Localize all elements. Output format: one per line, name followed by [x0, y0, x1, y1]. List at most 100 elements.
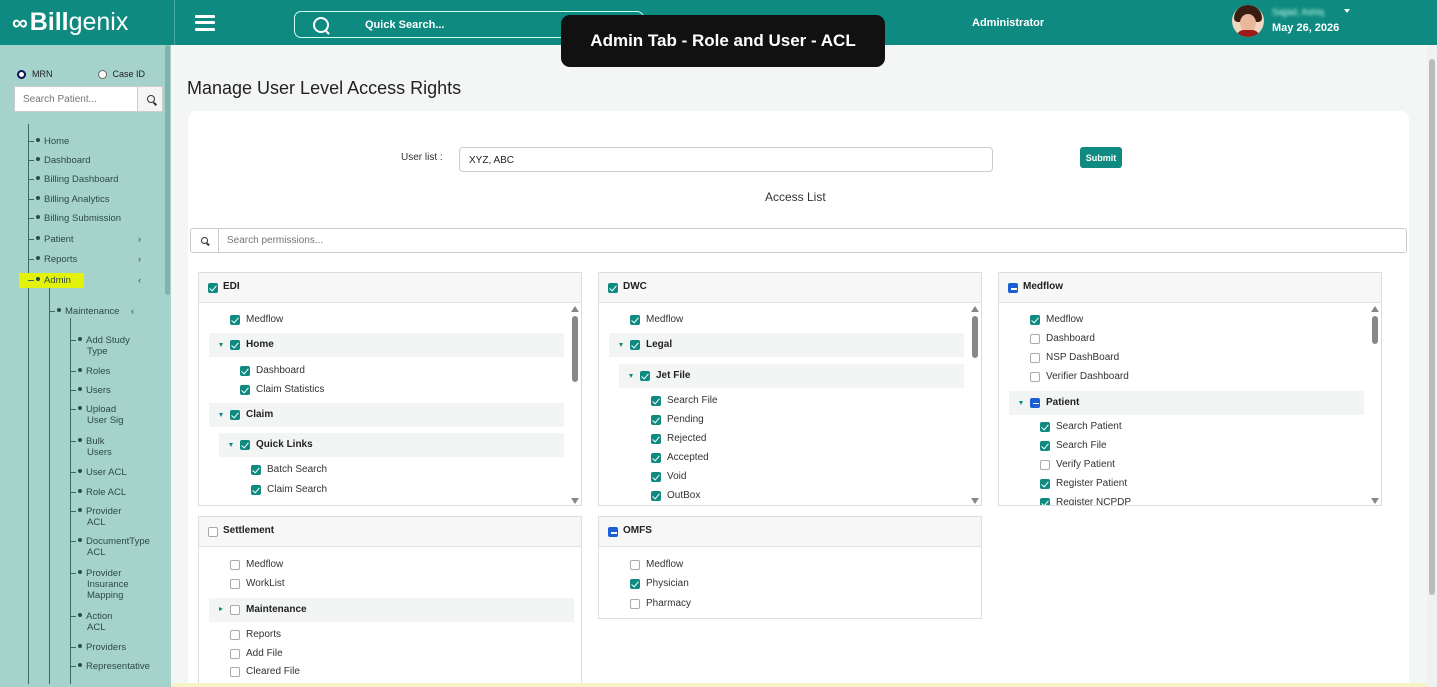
caret-down-icon[interactable] [219, 413, 223, 417]
sidebar-item-home[interactable]: Home [27, 136, 69, 147]
sidebar-item-maintenance[interactable]: Maintenance ‹ [48, 306, 134, 317]
perm-medflow[interactable]: Medflow [230, 559, 283, 570]
perm-pending[interactable]: Pending [651, 414, 704, 425]
perm-medflow[interactable]: Medflow [630, 559, 683, 570]
perm-outbox[interactable]: OutBox [651, 490, 700, 501]
perm-cleared-file[interactable]: Cleared File [230, 666, 300, 677]
dwc-checkbox[interactable] [608, 283, 618, 293]
hamburger-menu-icon[interactable] [195, 14, 215, 31]
perm-medflow[interactable]: Medflow [230, 314, 283, 325]
perm-batch-search[interactable]: Batch Search [251, 464, 327, 475]
perm-register-ncpdp[interactable]: Register NCPDP [1040, 497, 1131, 505]
sidebar-subitem-provider-acl[interactable]: Provider ACL [69, 506, 121, 528]
perm-medflow[interactable]: Medflow [630, 314, 683, 325]
perm-reports[interactable]: Reports [230, 629, 281, 640]
panel-scrollbar[interactable] [971, 306, 979, 504]
caret-down-icon[interactable] [619, 343, 623, 347]
perm-verify-patient[interactable]: Verify Patient [1040, 459, 1115, 470]
perm-rejected[interactable]: Rejected [651, 433, 706, 444]
caret-down-icon[interactable] [229, 443, 233, 447]
user-avatar[interactable] [1232, 5, 1264, 37]
sidebar-item-billing-analytics[interactable]: Billing Analytics [27, 194, 109, 205]
sidebar-scrollbar[interactable] [165, 45, 170, 295]
sidebar-subitem-role-acl[interactable]: Role ACL [69, 487, 126, 498]
sidebar-subitem-user-acl[interactable]: User ACL [70, 467, 127, 478]
sidebar-item-dashboard[interactable]: Dashboard [27, 155, 90, 166]
sidebar-subitem-representative[interactable]: Representative [70, 661, 150, 672]
permission-search [190, 228, 1407, 253]
perm-dashboard[interactable]: Dashboard [240, 365, 305, 376]
perm-jet-file[interactable]: Jet File [640, 370, 690, 381]
perm-claim-statistics[interactable]: Claim Statistics [240, 384, 324, 395]
perm-group-patient: Patient [1009, 391, 1364, 415]
medflow-checkbox[interactable] [1008, 283, 1018, 293]
perm-worklist[interactable]: WorkList [230, 578, 285, 589]
mrn-radio-label: MRN [32, 69, 53, 79]
perm-claim[interactable]: Claim [230, 409, 273, 420]
chevron-left-icon: ‹ [131, 306, 134, 316]
panel-dwc: DWC Medflow Legal Jet File Search File P… [598, 272, 982, 506]
sidebar-item-billing-submission[interactable]: Billing Submission [27, 213, 121, 224]
sidebar-item-admin[interactable]: Admin ‹ [28, 275, 141, 286]
caret-down-icon[interactable] [629, 374, 633, 378]
sidebar-subitem-roles[interactable]: Roles [69, 366, 110, 377]
patient-search [14, 86, 163, 112]
edi-checkbox[interactable] [208, 283, 218, 293]
sidebar-subitem-bulk-users[interactable]: Bulk Users [70, 436, 112, 458]
panel-header: DWC [599, 273, 981, 303]
sidebar-item-reports[interactable]: Reports › [27, 254, 141, 265]
perm-search-file[interactable]: Search File [1040, 440, 1107, 451]
permission-search-input[interactable] [219, 229, 1406, 252]
perm-patient[interactable]: Patient [1030, 397, 1079, 408]
infinity-icon: ∞ [12, 9, 28, 35]
perm-legal[interactable]: Legal [630, 339, 672, 350]
sidebar-subitem-upload-user-sig[interactable]: Upload User Sig [69, 404, 123, 426]
perm-dashboard[interactable]: Dashboard [1030, 333, 1095, 344]
perm-claim-search[interactable]: Claim Search [251, 484, 327, 495]
perm-physician[interactable]: Physician [630, 578, 689, 589]
brand-name-part2: genix [68, 8, 129, 36]
perm-add-file[interactable]: Add File [230, 648, 283, 659]
perm-search-patient[interactable]: Search Patient [1040, 421, 1122, 432]
submit-button[interactable]: Submit [1080, 147, 1122, 168]
panel-scrollbar[interactable] [571, 306, 579, 504]
omfs-checkbox[interactable] [608, 527, 618, 537]
perm-nsp-dashboard[interactable]: NSP DashBoard [1030, 352, 1119, 363]
sidebar-subitem-provider-insurance-mapping[interactable]: Provider Insurance Mapping [70, 568, 129, 601]
caret-down-icon[interactable] [1019, 401, 1023, 405]
sidebar-subitem-users[interactable]: Users [70, 385, 111, 396]
caret-down-icon[interactable] [219, 343, 223, 347]
perm-quick-links[interactable]: Quick Links [240, 439, 313, 450]
perm-home[interactable]: Home [230, 339, 274, 350]
search-icon[interactable] [137, 87, 162, 111]
perm-pharmacy[interactable]: Pharmacy [630, 598, 691, 609]
perm-void[interactable]: Void [651, 471, 686, 482]
user-list-field[interactable]: XYZ, ABC [459, 147, 993, 172]
sidebar-subitem-add-study-type[interactable]: Add Study Type [70, 335, 130, 357]
sidebar-subitem-providers[interactable]: Providers [69, 642, 126, 653]
perm-verifier-dashboard[interactable]: Verifier Dashboard [1030, 371, 1129, 382]
perm-accepted[interactable]: Accepted [651, 452, 709, 463]
page-scrollbar[interactable] [1428, 45, 1437, 687]
perm-maintenance[interactable]: Maintenance [230, 604, 307, 615]
panel-medflow: Medflow Medflow Dashboard NSP DashBoard … [998, 272, 1382, 506]
caseid-radio[interactable] [97, 69, 107, 79]
sidebar-subitem-action-acl[interactable]: Action ACL [69, 611, 112, 633]
mrn-radio[interactable] [17, 69, 26, 79]
chevron-down-icon[interactable] [1344, 9, 1350, 13]
perm-register-patient[interactable]: Register Patient [1040, 478, 1127, 489]
patient-search-input[interactable] [15, 87, 137, 111]
settlement-checkbox[interactable] [208, 527, 218, 537]
brand-logo[interactable]: ∞ Bill genix [0, 0, 175, 45]
perm-search-file[interactable]: Search File [651, 395, 718, 406]
search-icon[interactable] [191, 229, 219, 252]
perm-medflow[interactable]: Medflow [1030, 314, 1083, 325]
sidebar-subitem-documenttype-acl[interactable]: DocumentType ACL [70, 536, 150, 558]
sidebar-item-billing-dashboard[interactable]: Billing Dashboard [27, 174, 118, 185]
access-list-heading: Access List [765, 190, 826, 204]
panel-scrollbar[interactable] [1371, 306, 1379, 504]
tutorial-banner: Admin Tab - Role and User - ACL [561, 15, 885, 67]
caret-right-icon[interactable] [219, 607, 223, 611]
user-name[interactable]: Sajjad, Ashiq [1272, 7, 1324, 17]
sidebar-item-patient[interactable]: Patient › [28, 234, 141, 245]
